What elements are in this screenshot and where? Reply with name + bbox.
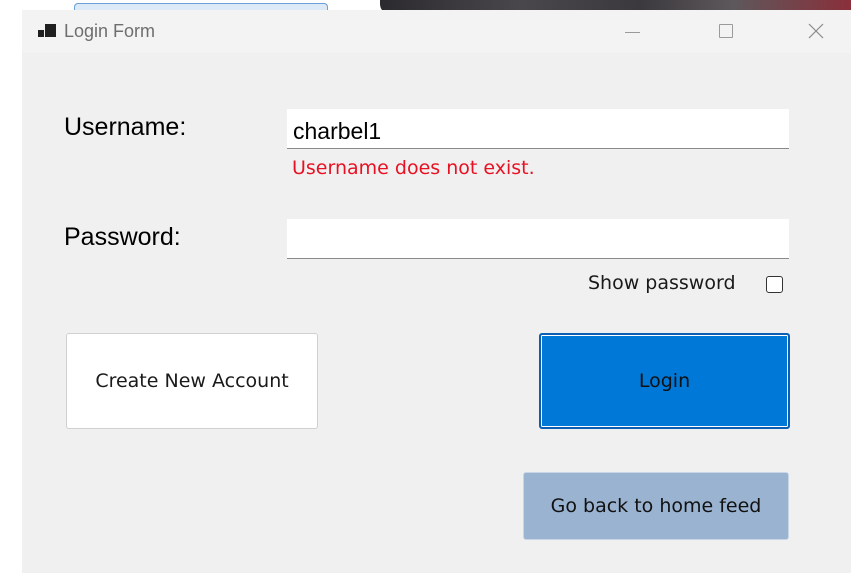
close-button[interactable] — [793, 10, 839, 53]
username-error-message: Username does not exist. — [292, 157, 535, 179]
show-password-label[interactable]: Show password — [588, 272, 736, 294]
form-header-strip — [22, 53, 851, 95]
username-label: Username: — [64, 113, 187, 141]
background-window-edge — [74, 3, 328, 10]
maximize-icon — [719, 24, 733, 38]
minimize-button[interactable] — [608, 10, 654, 53]
username-input[interactable] — [287, 109, 789, 149]
desktop-background — [0, 0, 22, 95]
create-account-button[interactable]: Create New Account — [66, 333, 318, 429]
close-icon — [808, 23, 824, 39]
minimize-icon — [625, 32, 640, 33]
password-label: Password: — [64, 223, 181, 251]
title-bar[interactable]: Login Form — [22, 10, 851, 53]
show-password-checkbox[interactable] — [766, 276, 783, 293]
create-account-label: Create New Account — [95, 370, 289, 392]
login-button[interactable]: Login — [539, 333, 790, 429]
home-feed-label: Go back to home feed — [550, 495, 762, 517]
maximize-button[interactable] — [703, 10, 749, 53]
password-input[interactable] — [287, 219, 789, 259]
form-client-area: Username: Username does not exist. Passw… — [22, 95, 851, 573]
login-form-window: Login Form Username: Username does not e… — [22, 10, 851, 573]
app-icon — [38, 24, 56, 40]
login-label: Login — [638, 370, 691, 392]
window-title: Login Form — [64, 21, 156, 41]
home-feed-button[interactable]: Go back to home feed — [523, 472, 789, 540]
